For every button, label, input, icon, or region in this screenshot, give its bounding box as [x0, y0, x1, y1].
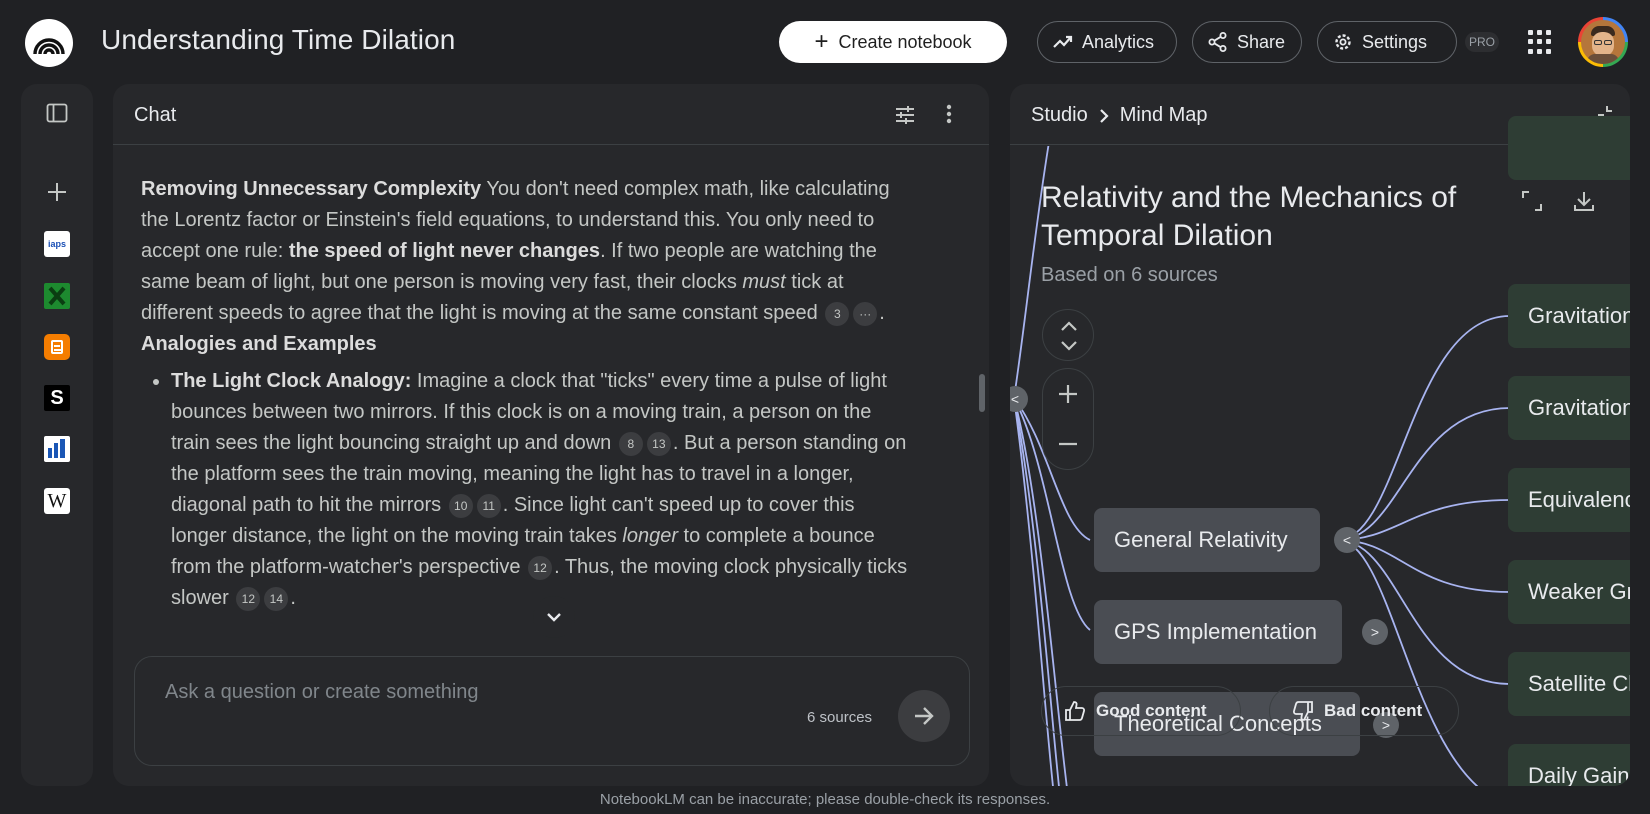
apps-grid-icon[interactable] — [1528, 30, 1552, 54]
chat-composer[interactable]: Ask a question or create something 6 sou… — [134, 656, 970, 766]
notebook-title[interactable]: Understanding Time Dilation — [101, 24, 455, 56]
good-content-button[interactable]: Good content — [1041, 686, 1241, 736]
mind-map-subtitle: Based on 6 sources — [1041, 264, 1218, 286]
thumb-down-icon — [1292, 701, 1313, 721]
mind-map-canvas[interactable]: Relativity and the Mechanics of Temporal… — [1010, 116, 1630, 786]
studio-panel: Studio Mind Map Relativity and the Mecha… — [1010, 84, 1630, 786]
bad-content-label: Bad content — [1324, 701, 1423, 720]
list-item: The Light Clock Analogy: Imagine a clock… — [171, 366, 911, 614]
chat-panel: Chat Removing Unnecessary Complexity You… — [113, 84, 989, 786]
citation-badge[interactable]: 8 — [618, 431, 643, 456]
node-right-5[interactable]: Satellite Clocks — [1508, 652, 1630, 716]
citation-badge[interactable]: 13 — [646, 431, 671, 456]
italic-text: longer — [622, 525, 678, 547]
avatar[interactable] — [1578, 17, 1628, 67]
iaps-source-icon[interactable]: iaps — [40, 227, 74, 261]
bold-text: the speed of light never changes — [288, 240, 601, 262]
arrow-right-icon — [915, 707, 934, 725]
node-right-6[interactable]: Daily Gain — [1508, 744, 1630, 786]
node-right-4[interactable]: Weaker Gravity — [1508, 560, 1630, 624]
italic-text: must — [742, 271, 786, 293]
zoom-controls — [1042, 368, 1094, 470]
chart-source-icon[interactable] — [40, 432, 74, 466]
minus-icon — [1059, 442, 1077, 446]
sources-count: 6 sources — [807, 709, 873, 726]
text-span: . — [879, 302, 885, 324]
citation-badge[interactable]: 10 — [448, 493, 473, 518]
chat-input[interactable]: Ask a question or create something — [165, 681, 479, 704]
text-span: . — [290, 587, 296, 609]
list-item-title: The Light Clock Analogy: — [171, 370, 412, 392]
notebooklm-logo[interactable] — [25, 19, 73, 67]
chevron-down-icon — [547, 613, 561, 622]
citation-badge[interactable]: 11 — [476, 493, 501, 518]
wikipedia-source-icon[interactable]: W — [40, 484, 74, 518]
node-right-3[interactable]: Equivalence Principle — [1508, 468, 1630, 532]
share-button[interactable]: Share — [1192, 21, 1302, 63]
message-paragraph: Removing Unnecessary Complexity You don'… — [141, 174, 911, 329]
node-gps-implementation[interactable]: GPS Implementation — [1094, 600, 1342, 664]
breadcrumb: Studio Mind Map — [1031, 104, 1208, 127]
settings-label: Settings — [1362, 31, 1428, 52]
good-content-label: Good content — [1096, 701, 1207, 720]
s-source-icon[interactable]: S — [40, 381, 74, 415]
plus-icon — [1059, 385, 1077, 403]
mind-map-node[interactable] — [1508, 116, 1630, 180]
excel-source-icon[interactable] — [40, 279, 74, 313]
send-button[interactable] — [898, 690, 950, 742]
bad-content-button[interactable]: Bad content — [1269, 686, 1459, 736]
more-vert-icon[interactable] — [945, 102, 953, 131]
citation-badge[interactable]: 12 — [236, 586, 261, 611]
share-label: Share — [1237, 31, 1286, 52]
download-icon[interactable] — [1572, 189, 1596, 218]
zoom-in-button[interactable] — [1043, 369, 1093, 419]
disclaimer-footer: NotebookLM can be inaccurate; please dou… — [599, 791, 1051, 808]
avatar-image — [1581, 20, 1625, 64]
fullscreen-icon[interactable] — [1521, 190, 1543, 217]
node-general-relativity[interactable]: General Relativity — [1094, 508, 1320, 572]
zoom-out-button[interactable] — [1043, 419, 1093, 469]
analogy-list: The Light Clock Analogy: Imagine a clock… — [171, 366, 911, 614]
mind-map-title: Relativity and the Mechanics of Temporal… — [1041, 181, 1457, 252]
citation-badge[interactable]: 3 — [825, 301, 850, 326]
pro-badge: PRO — [1465, 32, 1499, 52]
citation-badge[interactable]: 12 — [528, 555, 553, 580]
gear-icon — [1335, 34, 1351, 50]
section-heading: Analogies and Examples — [141, 333, 377, 355]
plus-icon: + — [814, 28, 829, 55]
scroll-down-button[interactable] — [533, 596, 575, 638]
sources-sidebar: iaps S W — [21, 84, 93, 786]
breadcrumb-studio[interactable]: Studio — [1031, 104, 1088, 127]
analytics-label: Analytics — [1082, 31, 1155, 52]
sidebar-toggle-icon[interactable] — [40, 96, 74, 130]
create-notebook-label: Create notebook — [838, 31, 972, 52]
notebooklm-logo-icon — [33, 38, 65, 55]
chat-message: Removing Unnecessary Complexity You don'… — [141, 174, 911, 614]
general-relativity-collapse-toggle[interactable]: < — [1334, 527, 1360, 553]
chat-title: Chat — [134, 104, 177, 126]
add-source-icon[interactable] — [40, 175, 74, 209]
analytics-button[interactable]: Analytics — [1037, 21, 1177, 63]
gps-expand-toggle[interactable]: > — [1362, 619, 1388, 645]
create-notebook-button[interactable]: + Create notebook — [779, 21, 1007, 63]
node-right-1[interactable]: Gravitational Time Dilation — [1508, 284, 1630, 348]
trending-up-icon — [1053, 35, 1073, 48]
expand-collapse-all-button[interactable] — [1042, 309, 1094, 361]
chat-header: Chat — [113, 84, 989, 145]
settings-button[interactable]: Settings — [1317, 21, 1457, 63]
breadcrumb-mind-map: Mind Map — [1119, 104, 1208, 126]
top-bar: Understanding Time Dilation + Create not… — [0, 0, 1650, 84]
blogger-source-icon[interactable] — [40, 330, 74, 364]
share-icon — [1208, 32, 1227, 52]
chevron-right-icon — [1099, 108, 1109, 123]
paragraph-heading: Removing Unnecessary Complexity — [141, 178, 482, 200]
node-right-2[interactable]: Gravitational Potential — [1508, 376, 1630, 440]
chat-scrollbar[interactable] — [979, 374, 985, 412]
more-citations-badge[interactable]: ··· — [853, 301, 878, 326]
thumb-up-icon — [1065, 701, 1086, 721]
tune-icon[interactable] — [893, 103, 917, 132]
citation-badge[interactable]: 14 — [264, 586, 289, 611]
unfold-icon — [1061, 321, 1077, 351]
